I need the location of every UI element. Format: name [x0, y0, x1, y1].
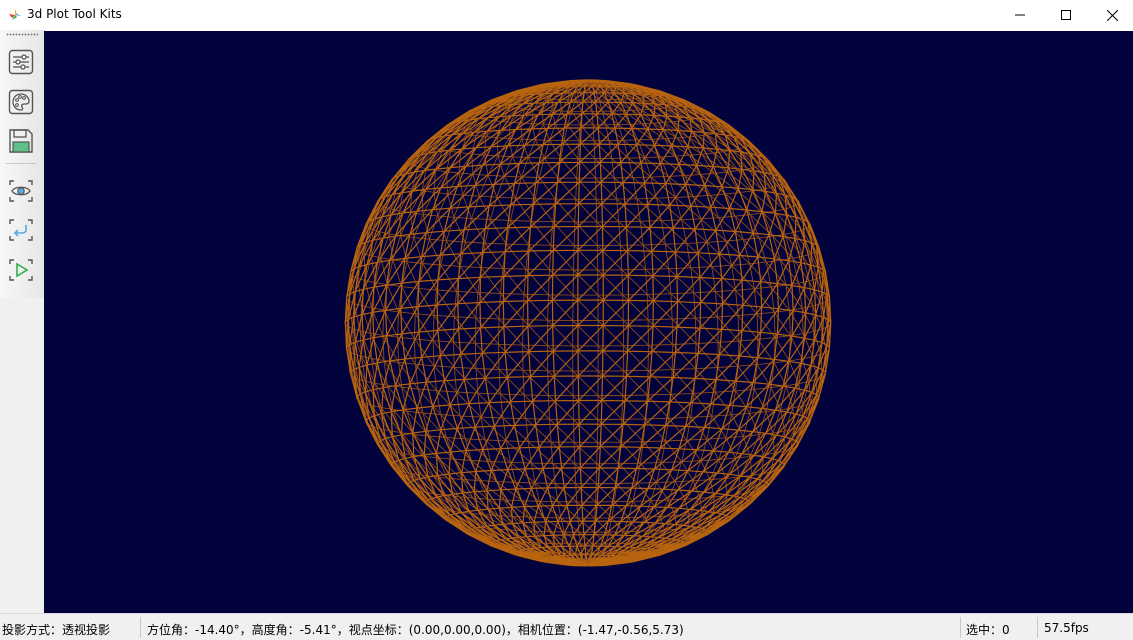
minimize-button[interactable] [997, 0, 1043, 30]
reset-icon [9, 219, 33, 241]
close-button[interactable] [1089, 0, 1133, 30]
window-title: 3d Plot Tool Kits [27, 7, 122, 21]
fps-status: 57.5fps [1044, 621, 1089, 635]
reset-button[interactable] [6, 215, 36, 245]
app-logo-icon [9, 9, 21, 20]
view-button[interactable] [6, 176, 36, 206]
eye-icon [9, 180, 33, 202]
wireframe-sphere [344, 79, 832, 567]
status-divider [1037, 617, 1038, 638]
toolbar-strip [0, 30, 44, 298]
maximize-button[interactable] [1043, 0, 1089, 30]
selected-status: 选中：0 [966, 623, 1010, 637]
toolbar-separator [6, 163, 36, 164]
play-button[interactable] [6, 255, 36, 285]
close-icon [1106, 9, 1118, 21]
palette-icon [8, 89, 34, 115]
toolbar-grip[interactable] [6, 33, 38, 36]
save-icon [9, 129, 33, 153]
settings-button[interactable] [6, 47, 36, 77]
title-bar: 3d Plot Tool Kits [0, 0, 1133, 30]
save-button[interactable] [6, 126, 36, 156]
sphere-front-mesh [344, 79, 832, 567]
projection-status: 投影方式：透视投影 [2, 623, 111, 637]
status-divider [960, 617, 961, 638]
sliders-icon [8, 49, 34, 75]
camera-status: 方位角：-14.40°，高度角：-5.41°，视点坐标：(0.00,0.00,0… [147, 623, 684, 637]
app-window: 3d Plot Tool Kits 投影方式：透视投影 方位角：-14.40°，… [0, 0, 1133, 640]
maximize-icon [1061, 10, 1071, 20]
minimize-icon [1015, 14, 1025, 16]
status-divider [140, 617, 141, 638]
left-toolbar [0, 30, 45, 613]
3d-viewport[interactable] [44, 31, 1133, 613]
color-button[interactable] [6, 87, 36, 117]
play-icon [9, 259, 33, 281]
status-bar: 投影方式：透视投影 方位角：-14.40°，高度角：-5.41°，视点坐标：(0… [0, 613, 1133, 640]
